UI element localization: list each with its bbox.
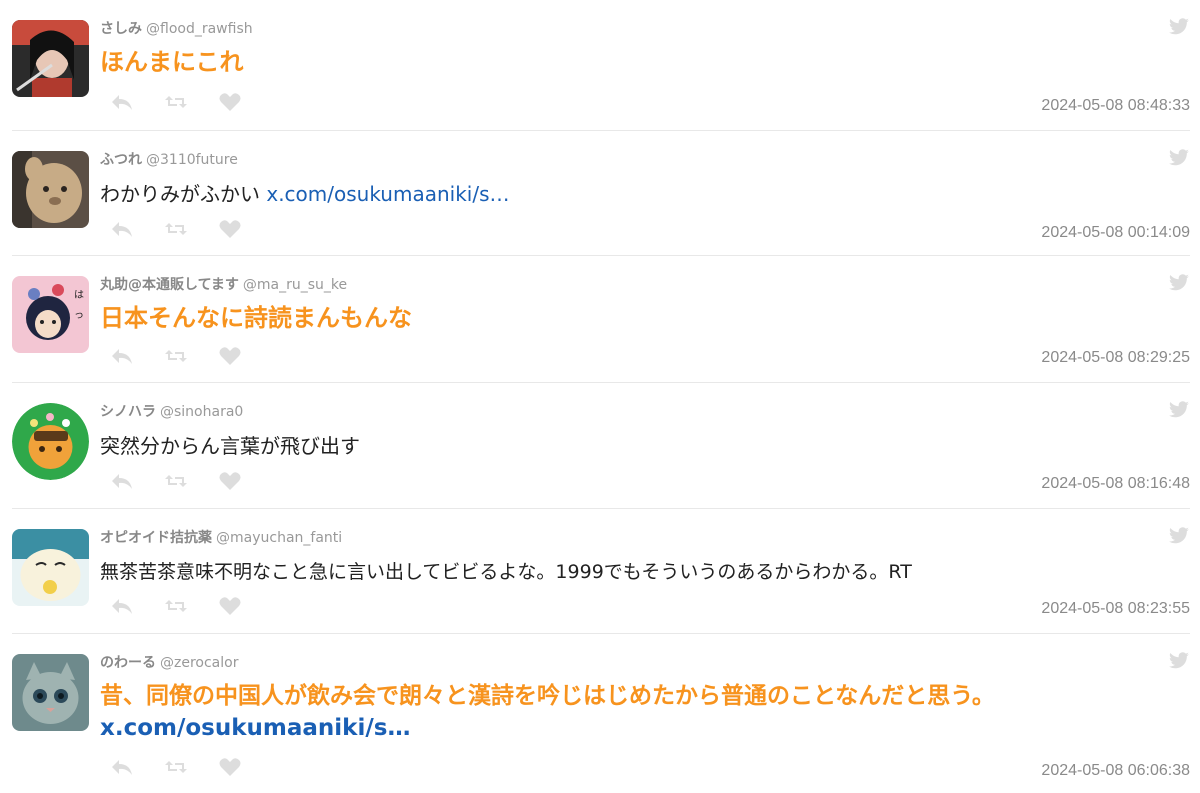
user-handle[interactable]: @3110future (146, 152, 238, 168)
heart-icon[interactable] (218, 471, 242, 491)
tweet-text: ほんまにこれ (100, 46, 244, 78)
tweet-timestamp[interactable]: 2024-05-08 08:29:25 (1041, 349, 1190, 367)
twitter-bird-icon[interactable] (1168, 149, 1190, 167)
user-name[interactable]: のわーる (100, 655, 156, 671)
svg-text:っ: っ (74, 310, 84, 321)
tweet-text-content: ほんまにこれ (100, 48, 244, 76)
tweet-text-content: 昔、同僚の中国人が飲み会で朗々と漢詩を吟じはじめたから普通のことなんだと思う。 (100, 683, 995, 709)
tweet-actions (110, 346, 242, 366)
avatar[interactable] (12, 151, 89, 228)
user-handle[interactable]: @flood_rawfish (146, 21, 253, 37)
tweet-meta: ふつれ @3110future (100, 149, 238, 169)
svg-text:は: は (74, 289, 84, 301)
tweet-text: わかりみがふかい x.com/osukumaaniki/s… (100, 179, 510, 209)
tweet-actions (110, 92, 242, 112)
twitter-bird-icon[interactable] (1168, 274, 1190, 292)
tweet-timestamp[interactable]: 2024-05-08 08:16:48 (1041, 475, 1190, 493)
user-handle[interactable]: @ma_ru_su_ke (243, 277, 347, 293)
tweet-item: は っ 丸助@本通販してます @ma_ru_su_ke 日本そんなに詩読まんもんな… (12, 256, 1190, 383)
retweet-icon[interactable] (164, 92, 188, 112)
retweet-icon[interactable] (164, 596, 188, 616)
retweet-icon[interactable] (164, 757, 188, 777)
tweet-timestamp[interactable]: 2024-05-08 08:48:33 (1041, 97, 1190, 115)
avatar[interactable] (12, 529, 89, 606)
avatar[interactable] (12, 20, 89, 97)
avatar[interactable] (12, 654, 89, 731)
avatar[interactable]: は っ (12, 276, 89, 353)
reply-icon[interactable] (110, 92, 134, 112)
user-name[interactable]: ふつれ (100, 152, 142, 168)
tweet-meta: シノハラ @sinohara0 (100, 401, 243, 421)
tweet-item: さしみ @flood_rawfish ほんまにこれ 2024-05-08 08:4… (12, 0, 1190, 131)
tweet-text: 無茶苦茶意味不明なこと急に言い出してビビるよな。1999でもそういうのあるからわ… (100, 557, 912, 587)
tweet-text-content: 突然分からん言葉が飛び出す (100, 434, 360, 458)
twitter-bird-icon[interactable] (1168, 652, 1190, 670)
tweet-actions (110, 219, 242, 239)
heart-icon[interactable] (218, 757, 242, 777)
user-name[interactable]: シノハラ (100, 404, 156, 420)
heart-icon[interactable] (218, 596, 242, 616)
tweet-timestamp[interactable]: 2024-05-08 06:06:38 (1041, 762, 1190, 780)
user-name[interactable]: オピオイド拮抗薬 (100, 530, 212, 546)
heart-icon[interactable] (218, 346, 242, 366)
tweet-meta: のわーる @zerocalor (100, 652, 238, 672)
tweet-item: シノハラ @sinohara0 突然分からん言葉が飛び出す 2024-05-08 … (12, 383, 1190, 509)
tweet-item: オピオイド拮抗薬 @mayuchan_fanti 無茶苦茶意味不明なこと急に言い出… (12, 509, 1190, 634)
avatar[interactable] (12, 403, 89, 480)
user-handle[interactable]: @zerocalor (160, 655, 238, 671)
tweet-link[interactable]: x.com/osukumaaniki/s… (100, 715, 410, 741)
reply-icon[interactable] (110, 219, 134, 239)
tweet-actions (110, 757, 242, 777)
tweet-actions (110, 471, 242, 491)
twitter-bird-icon[interactable] (1168, 18, 1190, 36)
user-name[interactable]: 丸助@本通販してます (100, 277, 239, 293)
retweet-icon[interactable] (164, 471, 188, 491)
tweet-timestamp[interactable]: 2024-05-08 08:23:55 (1041, 600, 1190, 618)
heart-icon[interactable] (218, 219, 242, 239)
user-name[interactable]: さしみ (100, 21, 142, 37)
tweet-text-content: 日本そんなに詩読まんもんな (100, 304, 412, 332)
tweet-feed: さしみ @flood_rawfish ほんまにこれ 2024-05-08 08:4… (0, 0, 1200, 793)
retweet-icon[interactable] (164, 219, 188, 239)
user-handle[interactable]: @sinohara0 (160, 404, 243, 420)
tweet-meta: オピオイド拮抗薬 @mayuchan_fanti (100, 527, 342, 547)
tweet-meta: さしみ @flood_rawfish (100, 18, 253, 38)
heart-icon[interactable] (218, 92, 242, 112)
reply-icon[interactable] (110, 346, 134, 366)
tweet-meta: 丸助@本通販してます @ma_ru_su_ke (100, 274, 347, 294)
tweet-item: ふつれ @3110future わかりみがふかい x.com/osukumaani… (12, 131, 1190, 256)
tweet-actions (110, 596, 242, 616)
tweet-timestamp[interactable]: 2024-05-08 00:14:09 (1041, 224, 1190, 242)
twitter-bird-icon[interactable] (1168, 527, 1190, 545)
tweet-item: のわーる @zerocalor 昔、同僚の中国人が飲み会で朗々と漢詩を吟じはじめた… (12, 634, 1190, 793)
reply-icon[interactable] (110, 596, 134, 616)
tweet-text: 日本そんなに詩読まんもんな (100, 302, 412, 334)
retweet-icon[interactable] (164, 346, 188, 366)
tweet-link[interactable]: x.com/osukumaaniki/s… (266, 182, 509, 206)
tweet-text: 昔、同僚の中国人が飲み会で朗々と漢詩を吟じはじめたから普通のことなんだと思う。 … (100, 680, 995, 744)
reply-icon[interactable] (110, 471, 134, 491)
tweet-text-content: わかりみがふかい (100, 182, 260, 206)
tweet-text-content: 無茶苦茶意味不明なこと急に言い出してビビるよな。1999でもそういうのあるからわ… (100, 561, 912, 583)
reply-icon[interactable] (110, 757, 134, 777)
twitter-bird-icon[interactable] (1168, 401, 1190, 419)
tweet-text: 突然分からん言葉が飛び出す (100, 431, 360, 461)
user-handle[interactable]: @mayuchan_fanti (216, 530, 342, 546)
